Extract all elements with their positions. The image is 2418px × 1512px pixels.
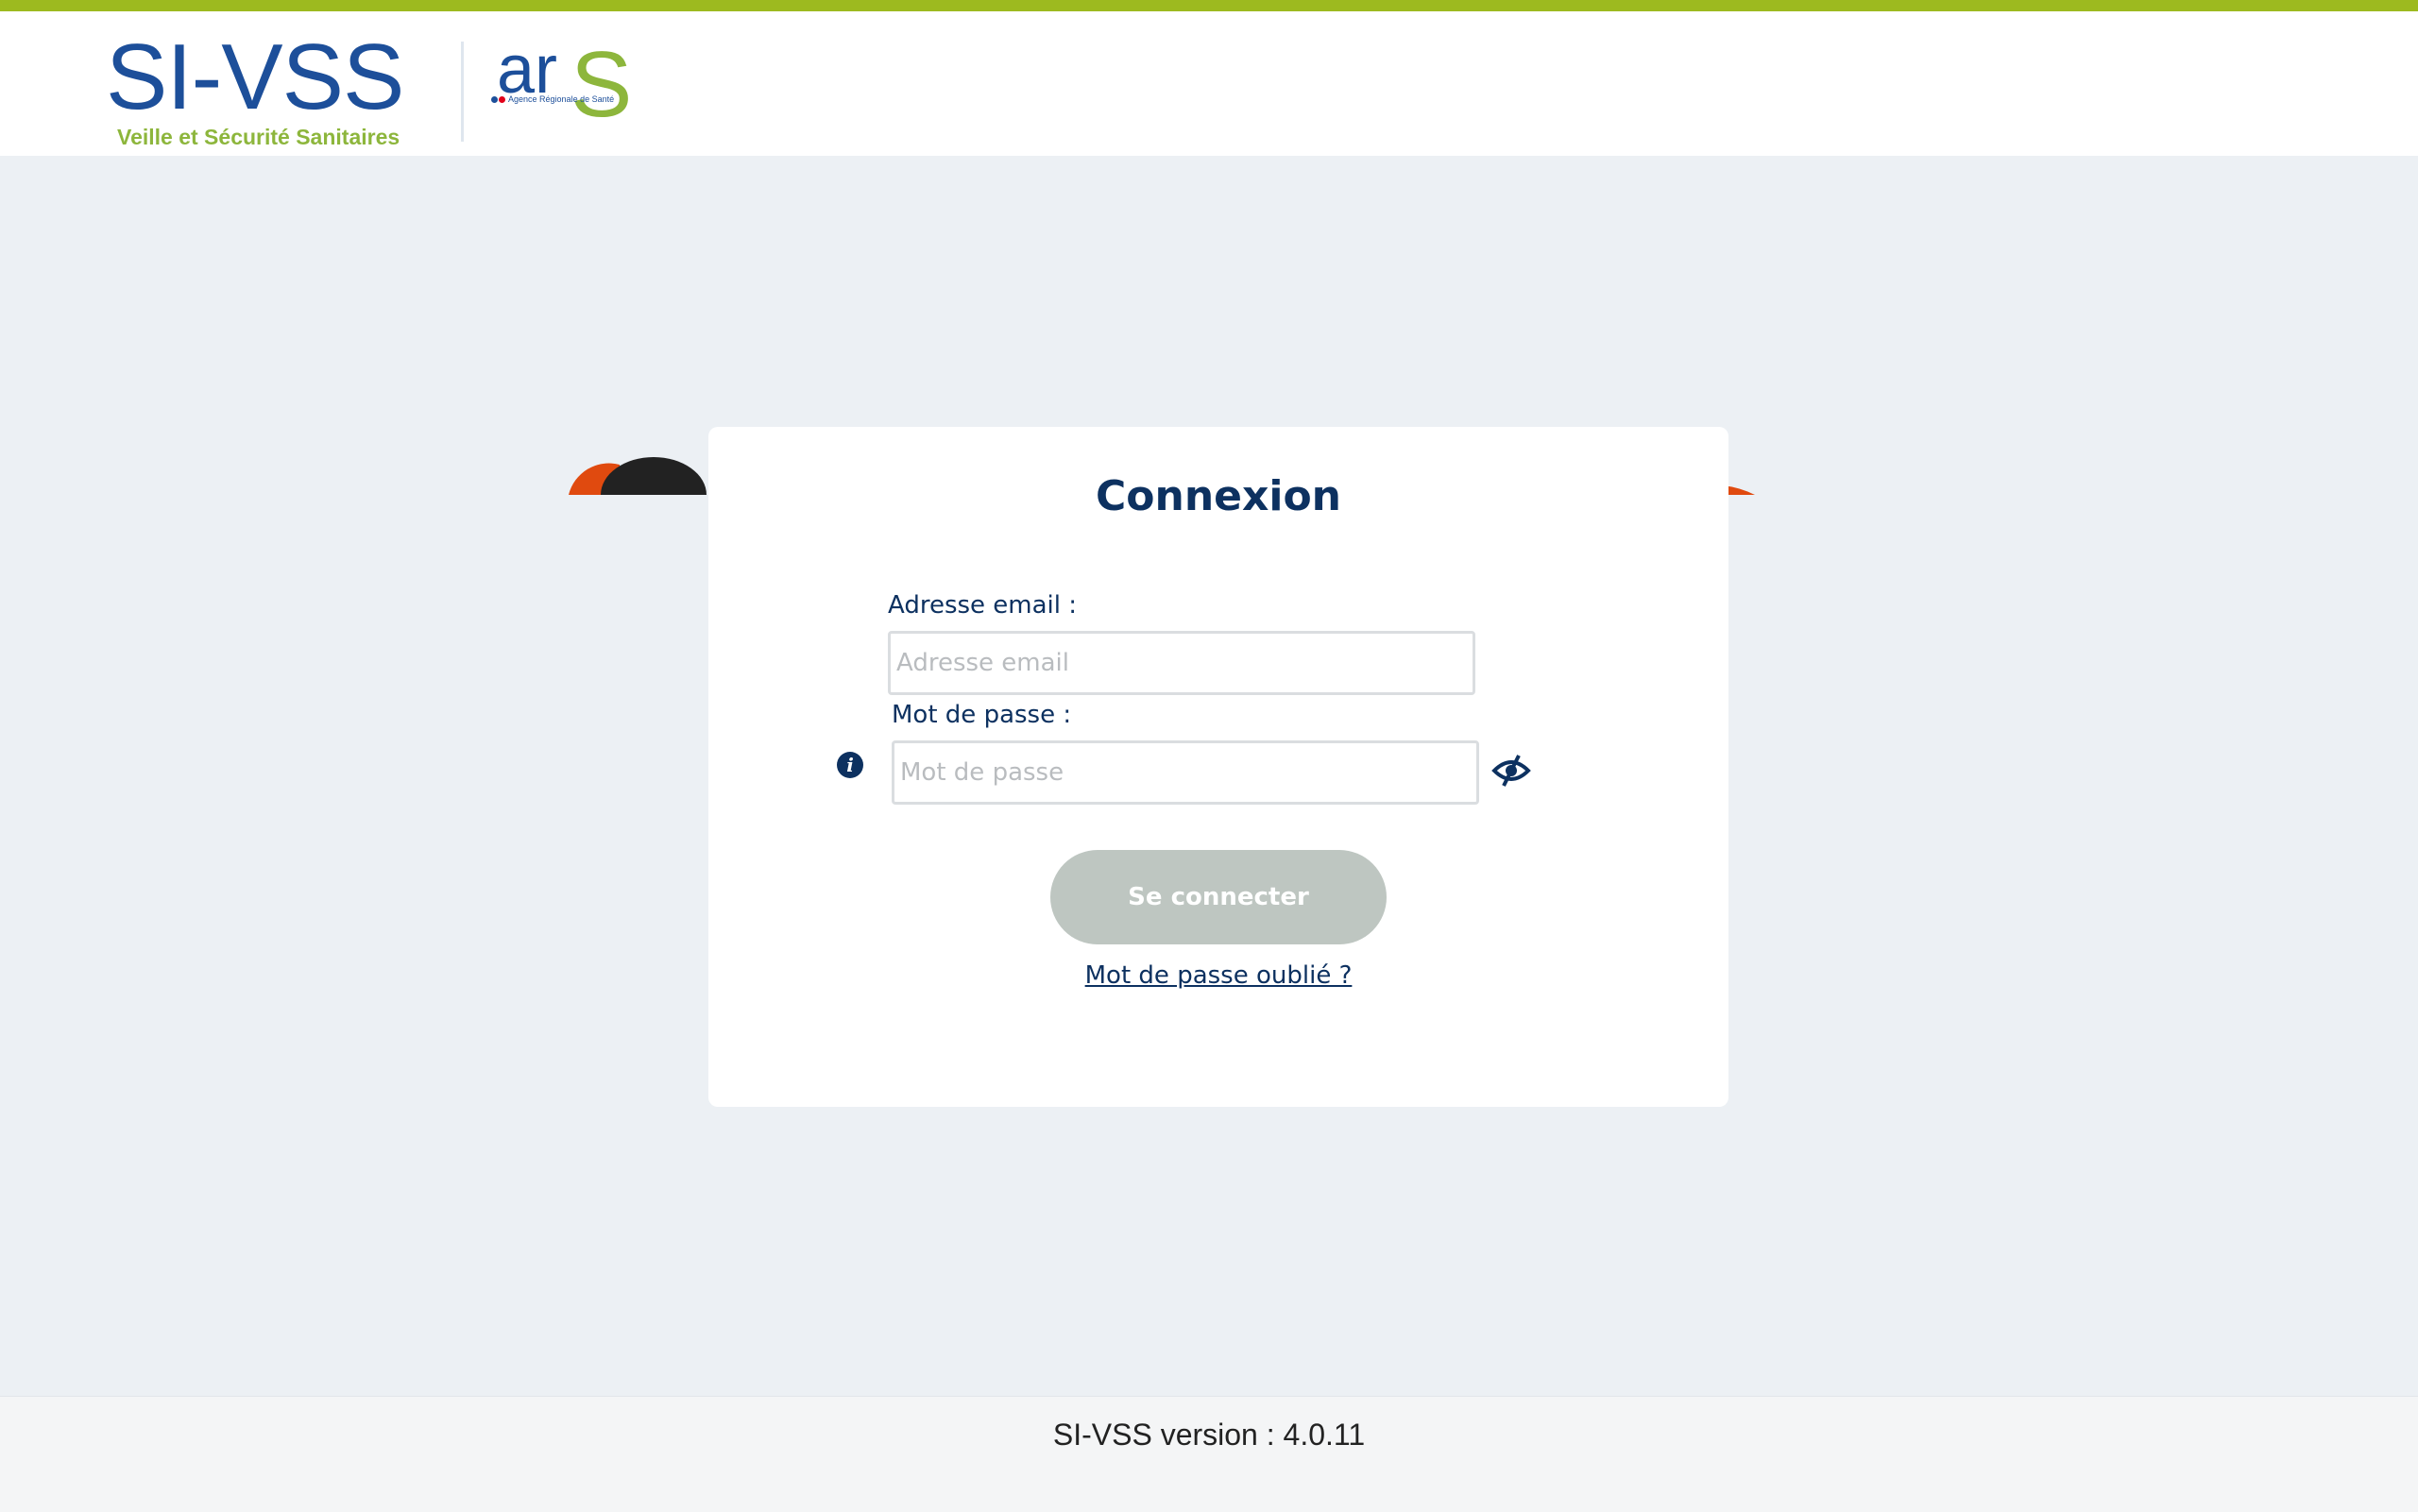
info-icon[interactable]: i [837,752,863,778]
flag-dot-red [499,96,505,104]
logo-divider [461,42,464,142]
sivss-logo-title: SI-VSS [106,25,404,128]
sivss-logo-subtitle: Veille et Sécurité Sanitaires [117,125,400,149]
password-input[interactable] [892,740,1479,805]
top-accent-bar [0,0,2418,11]
forgot-password-link[interactable]: Mot de passe oublié ? [708,961,1728,990]
site-header: SI-VSS Veille et Sécurité Sanitaires ar … [0,11,2418,156]
login-button[interactable]: Se connecter [1050,850,1387,944]
deco-dark-shape [601,457,707,495]
eye-slash-icon[interactable] [1490,752,1532,790]
email-label: Adresse email : [888,591,1078,620]
login-title: Connexion [1095,472,1342,520]
login-card: Connexion Adresse email : Mot de passe :… [708,427,1728,1107]
site-footer: SI-VSS version : 4.0.11 [0,1396,2418,1512]
email-input[interactable] [888,631,1475,695]
sivss-logo[interactable]: SI-VSS Veille et Sécurité Sanitaires [106,30,427,149]
ars-logo-tagline: Agence Régionale de Santé [491,94,614,104]
flag-dot-blue [491,96,498,104]
ars-tagline-text: Agence Régionale de Santé [508,94,615,104]
ars-logo-s: S [570,32,633,136]
password-label: Mot de passe : [892,701,1072,729]
decorative-illustration-left [569,457,707,495]
ars-logo[interactable]: ar S Agence Régionale de Santé [491,32,633,144]
version-text: SI-VSS version : 4.0.11 [1052,1418,1366,1452]
